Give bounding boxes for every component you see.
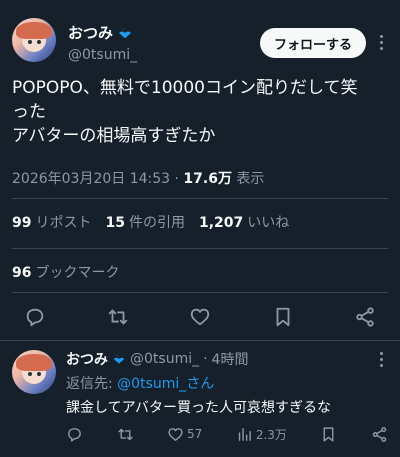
bookmarks-stat[interactable]: 96 ブックマーク	[12, 262, 119, 282]
tweet-text-line: POPOPO、無料で10000コイン配りだして笑	[12, 78, 358, 98]
tweet-text: POPOPO、無料で10000コイン配りだして笑 った アバターの相場高すぎたか	[12, 76, 388, 148]
reply-to-suffix: さん	[186, 376, 215, 392]
like-icon	[167, 426, 184, 443]
tweet-text-line: アバターの相場高すぎたか	[12, 126, 216, 146]
reposts-count: 99	[12, 215, 32, 231]
reply-icon[interactable]	[24, 305, 46, 329]
reply-to-link[interactable]: @0tsumi_	[117, 376, 186, 392]
reply-separator: ·	[203, 351, 208, 367]
share-icon[interactable]	[371, 424, 388, 444]
reply-like-button[interactable]: 57	[167, 424, 202, 444]
bookmarks-label: ブックマーク	[35, 265, 120, 281]
reply-author-handle[interactable]: @0tsumi_	[130, 351, 199, 367]
tweet-text-line: った	[12, 102, 46, 122]
tweet-header: おつみ @0tsumi_ フォローする	[12, 18, 388, 66]
engagement-stats: 99 リポスト 15 件の引用 1,207 いいね	[12, 212, 289, 232]
author-handle[interactable]: @0tsumi_	[68, 47, 137, 63]
reply-views-button[interactable]: 2.3万	[236, 424, 287, 444]
share-icon[interactable]	[354, 305, 376, 329]
quotes-stat[interactable]: 15 件の引用	[105, 212, 184, 232]
tweet-meta: 2026年03月20日 14:53 · 17.6万 表示	[12, 168, 264, 188]
author-name-text[interactable]: おつみ	[68, 22, 113, 43]
more-icon[interactable]	[374, 30, 388, 54]
reply-icon[interactable]	[66, 424, 83, 444]
repost-icon[interactable]	[107, 305, 129, 329]
reposts-stat[interactable]: 99 リポスト	[12, 212, 91, 232]
divider	[0, 340, 400, 341]
divider	[12, 292, 388, 293]
reply-actions: 57 2.3万	[66, 424, 388, 444]
bookmark-icon[interactable]	[272, 305, 294, 329]
bookmark-icon[interactable]	[320, 424, 337, 444]
avatar[interactable]	[12, 18, 56, 62]
views-icon	[236, 426, 253, 443]
reply-text: 課金してアバター買った人可哀想すぎるな	[66, 400, 332, 416]
reply-to-line: 返信先: @0tsumi_さん	[66, 373, 388, 393]
meta-separator: ·	[174, 171, 179, 187]
quotes-count: 15	[105, 215, 125, 231]
reply-author-name[interactable]: おつみ	[66, 349, 126, 369]
reply-likes-count: 57	[187, 427, 203, 441]
divider	[12, 248, 388, 249]
reply-header: おつみ @0tsumi_ · 4時間	[66, 349, 388, 369]
divider	[12, 198, 388, 199]
likes-label: いいね	[247, 215, 290, 231]
tweet-actions	[24, 305, 376, 329]
reply-tweet[interactable]: おつみ @0tsumi_ · 4時間 返信先: @0tsumi_さん 課金してア…	[66, 349, 388, 417]
verified-badge-icon	[117, 25, 133, 41]
reposts-label: リポスト	[35, 215, 92, 231]
reply-to-prefix: 返信先:	[66, 376, 113, 392]
more-icon[interactable]	[374, 349, 388, 369]
quotes-label: 件の引用	[128, 215, 185, 231]
verified-badge-icon	[112, 352, 126, 366]
repost-icon[interactable]	[117, 424, 134, 444]
reply-avatar[interactable]	[12, 350, 56, 394]
reply-time[interactable]: 4時間	[212, 349, 249, 369]
reply-views-count: 2.3万	[255, 427, 287, 442]
likes-count: 1,207	[198, 215, 244, 231]
views-label: 表示	[236, 171, 265, 187]
reply-author-name-text[interactable]: おつみ	[66, 349, 108, 369]
follow-button[interactable]: フォローする	[259, 28, 366, 58]
like-icon[interactable]	[189, 305, 211, 329]
views-count: 17.6万	[183, 171, 232, 187]
likes-stat[interactable]: 1,207 いいね	[199, 212, 289, 232]
bookmarks-count: 96	[12, 265, 32, 281]
author-name[interactable]: おつみ	[68, 22, 137, 43]
timestamp[interactable]: 2026年03月20日 14:53	[12, 171, 170, 187]
